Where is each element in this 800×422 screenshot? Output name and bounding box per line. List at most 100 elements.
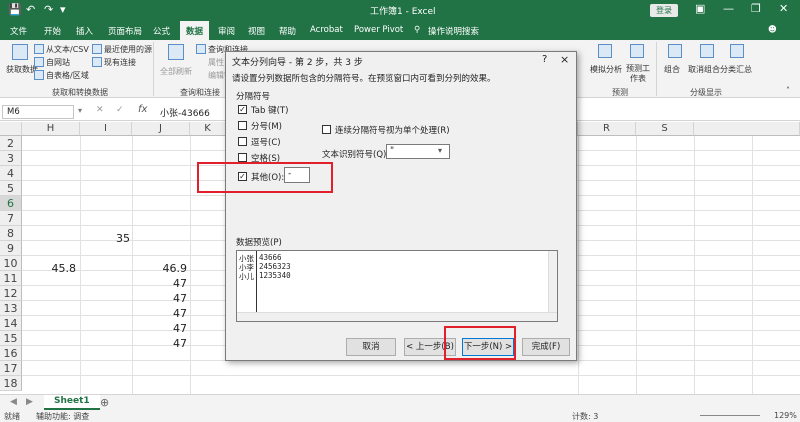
space-checkbox[interactable] [238,153,247,162]
sheet-tab-bar: ◀ ▶ Sheet1 ⊕ [0,394,800,410]
insert-function-icon[interactable]: fx [138,104,147,115]
subtotal-button[interactable]: 分类汇总 [720,64,752,75]
cell-j11[interactable]: 47 [132,276,187,291]
tell-me-search[interactable]: 操作说明搜索 [428,25,479,37]
cell-j13[interactable]: 47 [132,306,187,321]
column-header-s[interactable]: S [636,122,694,136]
row-header[interactable]: 16 [0,346,22,361]
column-break-line[interactable] [256,251,257,313]
redo-icon[interactable]: ↷ [44,3,53,16]
maximize-icon[interactable]: ❐ [751,2,761,15]
close-icon[interactable]: ✕ [779,2,788,15]
properties-button[interactable]: 属性 [208,57,224,68]
cell-i8[interactable]: 35 [80,231,130,246]
comma-checkbox[interactable] [238,137,247,146]
zoom-slider[interactable] [700,415,760,416]
column-header-i[interactable]: I [80,122,132,136]
row-header[interactable]: 3 [0,151,22,166]
tab-view[interactable]: 视图 [248,25,265,37]
tab-home[interactable]: 开始 [44,25,61,37]
row-header[interactable]: 13 [0,301,22,316]
semicolon-checkbox[interactable] [238,121,247,130]
data-preview-pane[interactable]: 小张 43666 小李 2456323 小儿 1235340 [236,250,558,322]
queries-icon [196,44,206,54]
cancel-button[interactable]: 取消 [346,338,396,356]
column-header-r[interactable]: R [578,122,636,136]
name-box[interactable]: M6 [2,105,74,119]
finish-button[interactable]: 完成(F) [522,338,570,356]
help-icon[interactable]: ? [542,54,547,65]
row-header[interactable]: 18 [0,376,22,391]
minimize-icon[interactable]: — [723,2,734,15]
tab-data[interactable]: 数据 [180,21,210,40]
share-icon[interactable]: ☻ [768,25,777,35]
tab-power-pivot[interactable]: Power Pivot [354,25,403,35]
ungroup-button[interactable]: 取消组合 [688,64,720,75]
ribbon-options-icon[interactable]: ▣ [695,2,705,15]
cell-j12[interactable]: 47 [132,291,187,306]
column-header-j[interactable]: J [132,122,190,136]
tab-page-layout[interactable]: 页面布局 [108,25,142,37]
next-sheet-icon[interactable]: ▶ [26,397,33,407]
row-header[interactable]: 12 [0,286,22,301]
column-header-h[interactable]: H [22,122,80,136]
consecutive-delimiters-checkbox[interactable] [322,125,331,134]
recent-sources-button[interactable]: 最近使用的源 [104,44,152,55]
from-web-button[interactable]: 自网站 [46,57,70,68]
login-button[interactable]: 登录 [650,4,678,17]
row-header[interactable]: 15 [0,331,22,346]
tab-review[interactable]: 审阅 [218,25,235,37]
refresh-all-button[interactable]: 全部刷新 [160,66,192,77]
cell-h10[interactable]: 45.8 [22,261,77,276]
collapse-ribbon-icon[interactable]: ˄ [786,86,790,95]
row-header[interactable]: 17 [0,361,22,376]
tab-insert[interactable]: 插入 [76,25,93,37]
preview-cell: 2456323 [259,262,291,271]
tab-help[interactable]: 帮助 [279,25,296,37]
zoom-level[interactable]: 129% [774,411,797,420]
from-text-csv-button[interactable]: 从文本/CSV [46,44,89,55]
prev-sheet-icon[interactable]: ◀ [10,397,17,407]
confirm-formula-icon[interactable]: ✓ [116,105,124,115]
preview-cell: 1235340 [259,271,291,280]
row-header[interactable]: 10 [0,256,22,271]
group-separator [656,42,657,96]
row-header[interactable]: 11 [0,271,22,286]
sheet-tab-sheet1[interactable]: Sheet1 [44,395,100,410]
row-header[interactable]: 2 [0,136,22,151]
whatif-button[interactable]: 模拟分析 [590,64,622,75]
tab-checkbox[interactable]: ✓ [238,105,247,114]
existing-connections-button[interactable]: 现有连接 [104,57,136,68]
add-sheet-icon[interactable]: ⊕ [100,396,109,409]
row-header[interactable]: 7 [0,211,22,226]
row-header[interactable]: 9 [0,241,22,256]
cell-j10[interactable]: 46.9 [132,261,188,276]
column-header-k[interactable]: K [190,122,226,136]
group-separator [153,42,154,96]
cancel-formula-icon[interactable]: ✕ [96,105,104,115]
group-button[interactable]: 组合 [664,64,680,75]
preview-horizontal-scrollbar[interactable] [237,312,557,321]
formula-input[interactable]: 小张-43666 [160,106,210,119]
select-all-corner[interactable] [0,122,22,136]
row-header[interactable]: 5 [0,181,22,196]
row-header[interactable]: 14 [0,316,22,331]
tab-acrobat[interactable]: Acrobat [310,25,343,35]
cell-j15[interactable]: 47 [132,336,187,351]
customize-qat-icon[interactable]: ▾ [60,3,66,16]
tab-formulas[interactable]: 公式 [153,25,170,37]
row-header[interactable]: 8 [0,226,22,241]
accessibility-status[interactable]: 辅助功能: 调查 [36,411,89,422]
undo-icon[interactable]: ↶ [26,3,35,16]
name-box-dropdown-icon[interactable]: ▾ [78,106,82,115]
row-header[interactable]: 6 [0,196,22,211]
tab-file[interactable]: 文件 [10,25,27,37]
forecast-sheet-button[interactable]: 预测工作表 [626,64,650,84]
preview-vertical-scrollbar[interactable] [548,251,557,313]
qualifier-dropdown-icon[interactable]: ▾ [438,146,442,155]
dialog-close-icon[interactable]: × [560,53,569,66]
cell-j14[interactable]: 47 [132,321,187,336]
from-table-button[interactable]: 自表格/区域 [46,70,89,81]
row-header[interactable]: 4 [0,166,22,181]
save-icon[interactable]: 💾 [8,3,22,16]
